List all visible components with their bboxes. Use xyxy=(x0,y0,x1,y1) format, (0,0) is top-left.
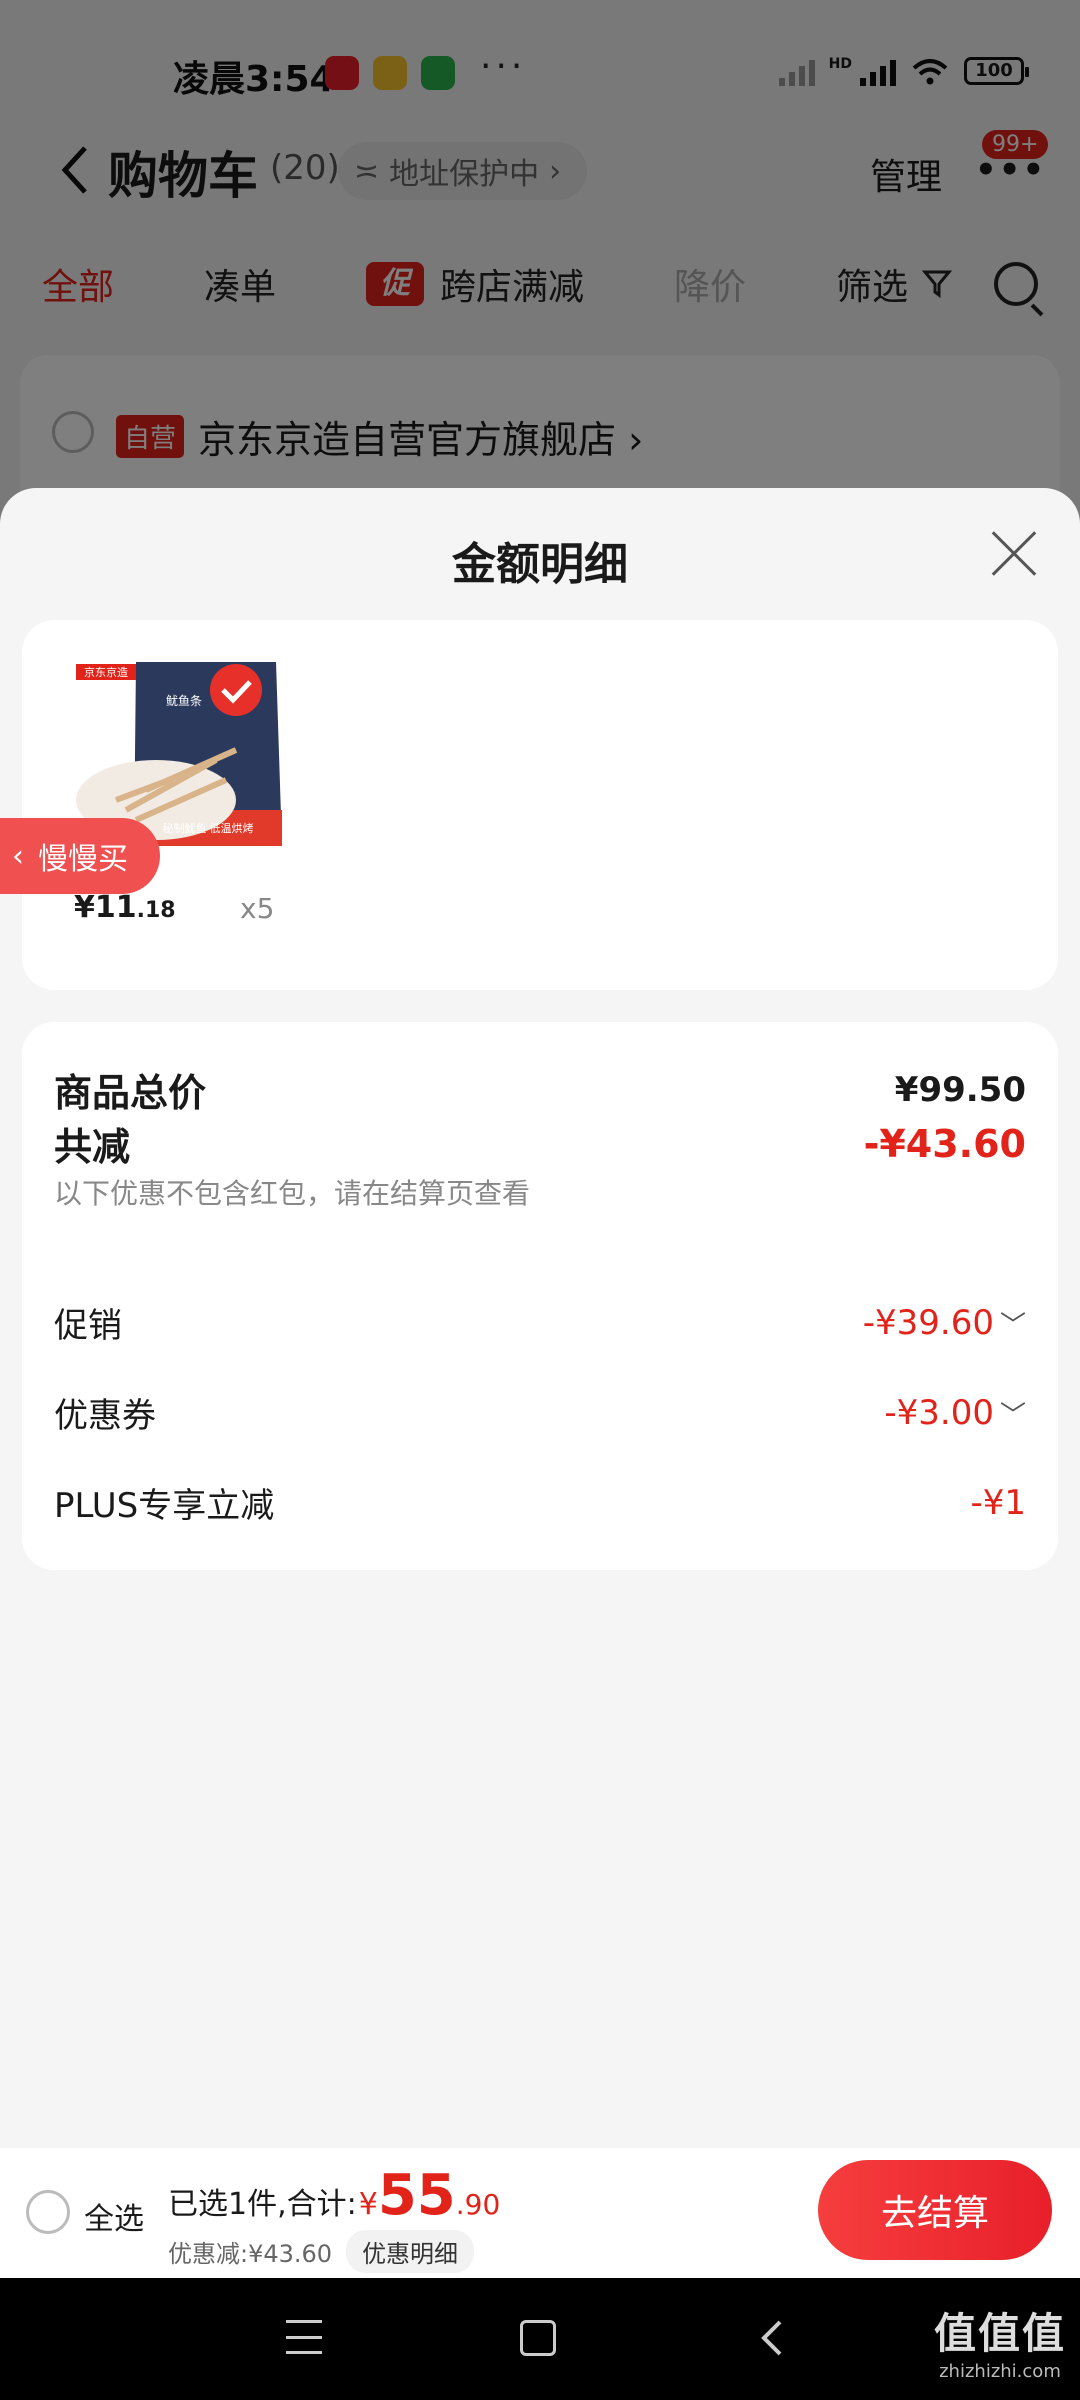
discount-note: 以下优惠不包含红包，请在结算页查看 xyxy=(54,1177,531,1210)
sheet-title: 金额明细 xyxy=(452,539,628,590)
plus-value: -¥1 xyxy=(970,1482,1026,1523)
discount-detail-button[interactable]: 优惠明细 xyxy=(346,2230,475,2273)
coupon-value: -¥3.00 xyxy=(884,1392,994,1433)
discount-summary: 优惠减:¥43.60 优惠明细 xyxy=(168,2230,475,2273)
amount-detail-sheet: 金额明细 京东京造 鱿鱼条 秘制鱿鱼 低温烘烤 ¥11.18 x5 商品总价 ¥… xyxy=(0,488,1080,2278)
product-quantity: x5 xyxy=(240,892,275,925)
promo-label: 促销 xyxy=(54,1306,122,1346)
promo-value: -¥39.60 xyxy=(862,1302,994,1343)
discount-value: -¥43.60 xyxy=(863,1121,1026,1166)
discount-label: 共减 xyxy=(54,1125,131,1169)
discount-text: 优惠减:¥43.60 xyxy=(168,2240,333,2268)
recent-apps-icon[interactable] xyxy=(286,2320,322,2354)
package-caption: 秘制鱿鱼 低温烘烤 xyxy=(162,821,253,835)
plus-label: PLUS专享立减 xyxy=(54,1486,275,1526)
checkout-button[interactable]: 去结算 xyxy=(818,2160,1052,2260)
close-icon[interactable] xyxy=(990,530,1038,578)
promo-row[interactable]: 促销 -¥39.60 ﹀ xyxy=(54,1298,1026,1347)
package-label: 鱿鱼条 xyxy=(166,693,202,708)
select-all-label[interactable]: 全选 xyxy=(84,2194,144,2238)
items-card: 京东京造 鱿鱼条 秘制鱿鱼 低温烘烤 ¥11.18 x5 xyxy=(22,620,1058,990)
price-decimal: .18 xyxy=(136,898,176,923)
watermark-url: zhizhizhi.com xyxy=(939,2361,1061,2382)
home-icon[interactable] xyxy=(520,2320,556,2356)
chevron-down-icon: ﹀ xyxy=(999,1400,1026,1431)
slow-buy-tab[interactable]: ‹ 慢慢买 xyxy=(0,818,160,894)
coupon-label: 优惠券 xyxy=(54,1396,156,1436)
brand-logo-text: 京东京造 xyxy=(84,665,128,679)
currency-symbol: ¥ xyxy=(358,2187,378,2222)
select-all-checkbox[interactable] xyxy=(26,2190,70,2234)
plus-row: PLUS专享立减 -¥1 xyxy=(54,1478,1026,1527)
promo-value-wrap: -¥39.60 ﹀ xyxy=(863,1303,1026,1343)
watermark-logo: 值值值 xyxy=(933,2309,1066,2358)
checkout-bar: 全选 已选1件,合计: ¥ 55 .90 优惠减:¥43.60 优惠明细 去结算 xyxy=(0,2148,1080,2278)
total-label: 商品总价 xyxy=(54,1071,207,1115)
total-amount-decimal: .90 xyxy=(455,2188,501,2221)
chevron-left-icon: ‹ xyxy=(12,838,24,874)
selected-total: 已选1件,合计: ¥ 55 .90 xyxy=(168,2163,501,2228)
price-summary-card: 商品总价 ¥99.50 共减 -¥43.60 以下优惠不包含红包，请在结算页查看… xyxy=(22,1022,1058,1570)
total-row: 商品总价 ¥99.50 xyxy=(54,1062,1026,1117)
product-price: ¥11.18 xyxy=(74,890,176,925)
coupon-row[interactable]: 优惠券 -¥3.00 ﹀ xyxy=(54,1388,1026,1437)
watermark: 值值值 zhizhizhi.com xyxy=(934,2300,1066,2382)
price-main: ¥11 xyxy=(74,890,137,925)
total-amount-main: 55 xyxy=(377,2163,456,2228)
total-value: ¥99.50 xyxy=(894,1069,1026,1110)
coupon-value-wrap: -¥3.00 ﹀ xyxy=(884,1393,1026,1433)
slow-buy-label: 慢慢买 xyxy=(38,842,128,877)
discount-row: 共减 -¥43.60 xyxy=(54,1116,1026,1171)
chevron-down-icon: ﹀ xyxy=(999,1310,1026,1341)
system-nav-bar: 值值值 zhizhizhi.com xyxy=(0,2278,1080,2400)
selected-text: 已选1件,合计: xyxy=(168,2187,357,2222)
back-nav-icon[interactable] xyxy=(758,2318,788,2358)
